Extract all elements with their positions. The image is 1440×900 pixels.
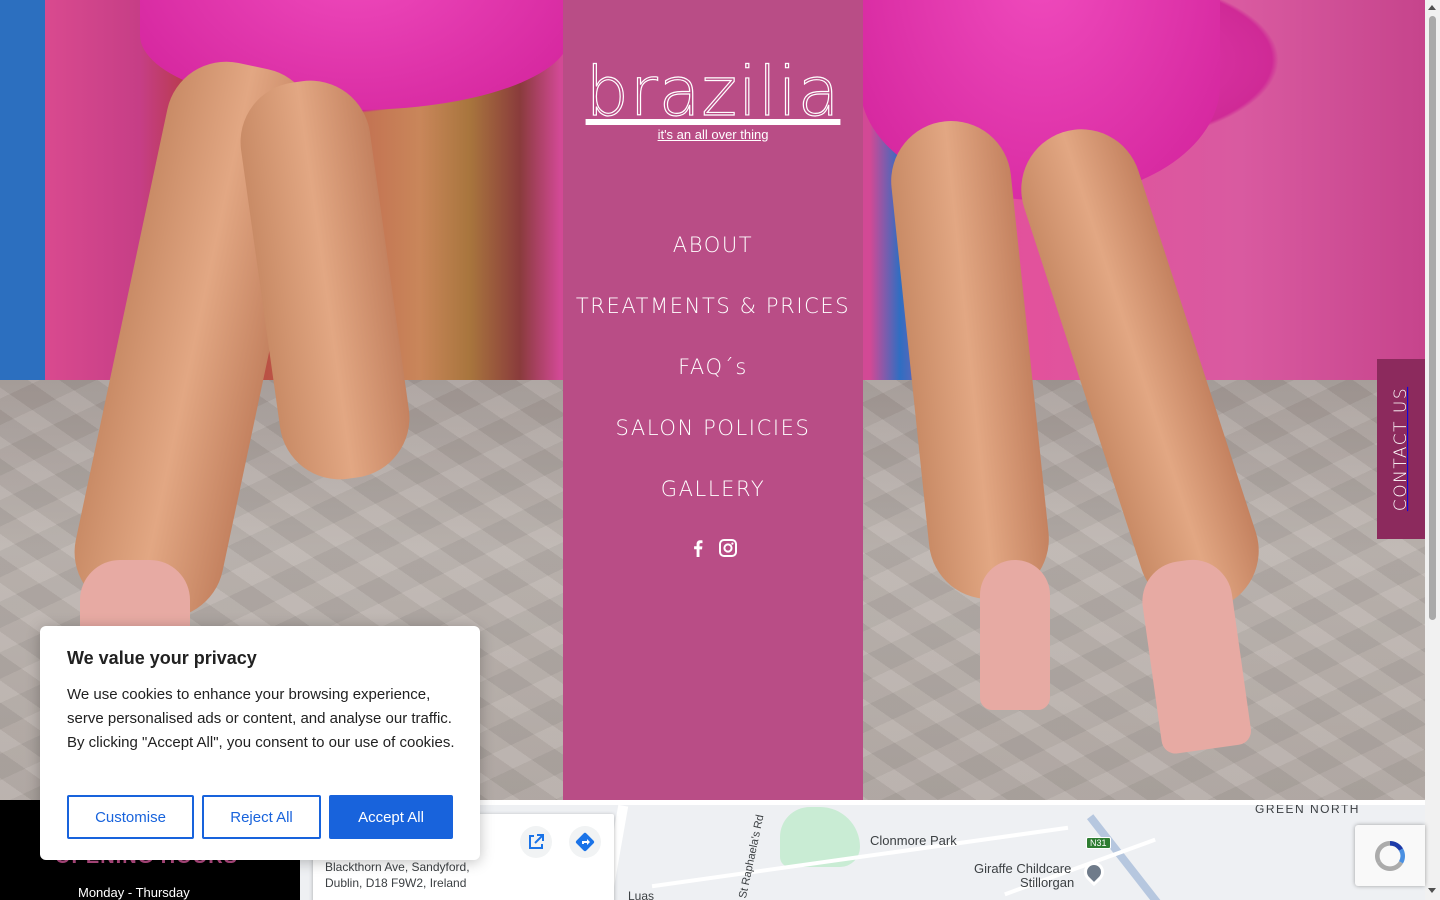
instagram-icon[interactable] xyxy=(718,538,738,558)
nav-link-faq[interactable]: FAQ´s xyxy=(678,355,748,379)
open-external-icon xyxy=(529,834,544,849)
site-logo[interactable]: brazilia it's an all over thing xyxy=(563,53,863,142)
recaptcha-badge[interactable] xyxy=(1355,825,1425,886)
map-route-badge: N31 xyxy=(1086,837,1111,849)
main-nav: ABOUT TREATMENTS & PRICES FAQ´s SALON PO… xyxy=(563,214,863,519)
nav-link-salon-policies[interactable]: SALON POLICIES xyxy=(616,416,811,440)
map-label-green-north: GREEN NORTH xyxy=(1255,805,1360,816)
nav-item-salon-policies: SALON POLICIES xyxy=(563,397,863,458)
map-address-line3: Dublin, D18 F9W2, Ireland xyxy=(325,876,467,890)
nav-item-faq: FAQ´s xyxy=(563,336,863,397)
page-scrollbar[interactable] xyxy=(1425,0,1440,900)
directions-button[interactable] xyxy=(569,826,601,858)
directions-icon xyxy=(575,832,595,852)
scroll-up-arrow-icon[interactable] xyxy=(1428,5,1436,10)
shoe-right-1 xyxy=(980,560,1050,710)
opening-hours-day: Monday - Thursday xyxy=(78,885,190,900)
nav-link-gallery[interactable]: GALLERY xyxy=(661,477,766,501)
map-road xyxy=(651,825,1069,889)
logo-wordmark: brazilia xyxy=(585,53,841,132)
nav-item-about: ABOUT xyxy=(563,214,863,275)
scroll-down-arrow-icon[interactable] xyxy=(1428,888,1436,893)
facebook-icon[interactable] xyxy=(688,538,708,558)
map-label-giraffe: Giraffe Childcare xyxy=(974,861,1072,876)
cookie-description: We use cookies to enhance your browsing … xyxy=(67,686,455,751)
customise-button[interactable]: Customise xyxy=(67,795,194,839)
nav-item-treatments: TREATMENTS & PRICES xyxy=(563,275,863,336)
contact-us-tab[interactable]: CONTACT US xyxy=(1377,359,1425,539)
nav-panel: brazilia it's an all over thing ABOUT TR… xyxy=(563,0,863,800)
reject-all-button[interactable]: Reject All xyxy=(202,795,321,839)
recaptcha-icon xyxy=(1374,840,1406,871)
nav-item-gallery: GALLERY xyxy=(563,458,863,519)
map-label-clonmore-park: Clonmore Park xyxy=(870,833,957,848)
open-in-maps-button[interactable] xyxy=(520,826,552,858)
nav-link-about[interactable]: ABOUT xyxy=(673,233,753,257)
social-links xyxy=(563,538,863,558)
scroll-thumb[interactable] xyxy=(1429,16,1436,620)
map-label-luas: Luas xyxy=(628,889,655,900)
map-address-line2: Blackthorn Ave, Sandyford, xyxy=(325,860,470,874)
contact-us-label: CONTACT US xyxy=(1391,386,1412,512)
nav-link-treatments-prices[interactable]: TREATMENTS & PRICES xyxy=(576,294,850,318)
cookie-consent-banner: We value your privacy We use cookies to … xyxy=(40,626,480,860)
accept-all-button[interactable]: Accept All xyxy=(329,795,453,839)
map-road-label: St Raphaela's Rd xyxy=(737,813,767,900)
cookie-title: We value your privacy xyxy=(67,648,257,668)
map-label-stillorgan: Stillorgan xyxy=(1020,875,1075,890)
